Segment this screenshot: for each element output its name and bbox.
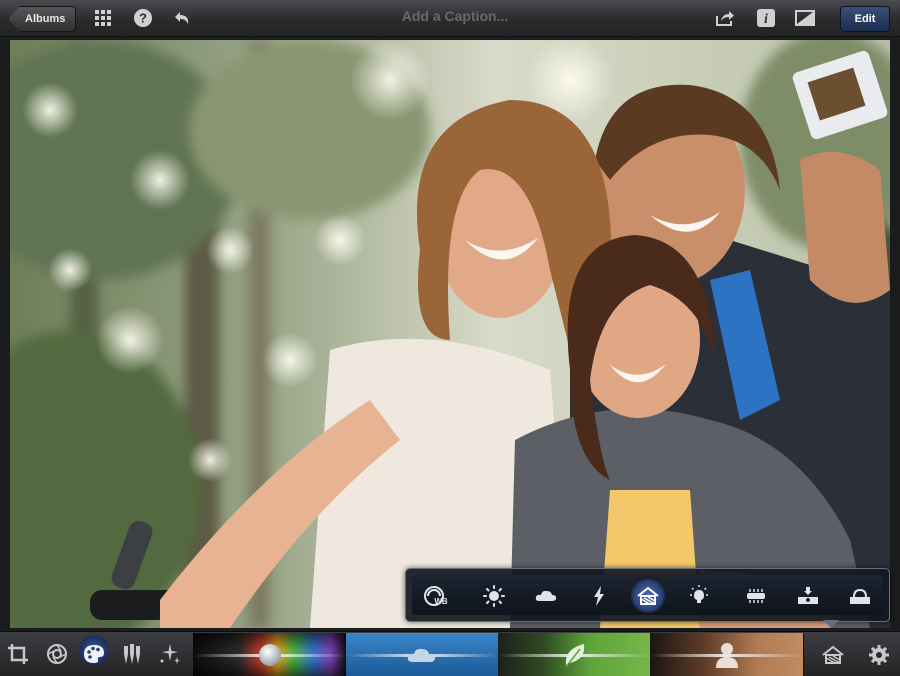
skin-tone-slider[interactable] (650, 633, 803, 676)
color-palette-icon[interactable] (82, 642, 106, 666)
white-balance-label: WB (434, 597, 448, 606)
help-icon[interactable]: ? (132, 7, 154, 29)
cloud-icon (407, 648, 436, 662)
shade-icon[interactable] (636, 584, 660, 608)
bottom-toolbar (0, 631, 900, 676)
photo-canvas[interactable] (10, 40, 890, 628)
undo-icon[interactable] (171, 7, 193, 29)
settings-icon[interactable] (867, 643, 891, 667)
right-tools (803, 633, 900, 676)
flash-icon[interactable] (587, 584, 611, 608)
crop-icon[interactable] (6, 642, 30, 666)
foliage-slider[interactable] (498, 633, 650, 676)
shade-icon[interactable] (821, 643, 845, 667)
edit-button[interactable]: Edit (840, 6, 890, 32)
popup-pointer (823, 620, 839, 628)
white-balance-popup: WB (405, 568, 890, 622)
albums-back-button[interactable]: Albums (8, 6, 77, 32)
exposure-icon[interactable] (45, 642, 69, 666)
grid-icon[interactable] (92, 7, 114, 29)
compare-icon[interactable] (794, 7, 816, 29)
family-selfie-photo (10, 40, 890, 628)
underwater-icon[interactable] (796, 584, 820, 608)
brushes-icon[interactable] (120, 642, 144, 666)
caption-field[interactable]: Add a Caption... (330, 8, 580, 24)
fluorescent-icon[interactable] (744, 584, 768, 608)
sky-slider[interactable] (346, 633, 498, 676)
incandescent-icon[interactable] (687, 584, 711, 608)
share-icon[interactable] (714, 7, 736, 29)
white-balance-icon[interactable]: WB (424, 584, 448, 608)
svg-text:i: i (764, 12, 768, 27)
saturation-slider[interactable] (193, 633, 346, 676)
person-icon (716, 643, 738, 668)
cloudy-icon[interactable] (534, 584, 558, 608)
popup-tray: WB (412, 575, 883, 615)
saturation-knob[interactable] (259, 644, 281, 666)
top-toolbar: Albums ? Add a Caption... i Edit (0, 0, 900, 37)
leaf-icon (565, 644, 585, 668)
underwater-alt-icon[interactable] (848, 584, 872, 608)
info-icon[interactable]: i (755, 7, 777, 29)
brightness-icon[interactable] (482, 584, 506, 608)
effects-icon[interactable] (158, 642, 182, 666)
svg-text:?: ? (139, 11, 147, 26)
